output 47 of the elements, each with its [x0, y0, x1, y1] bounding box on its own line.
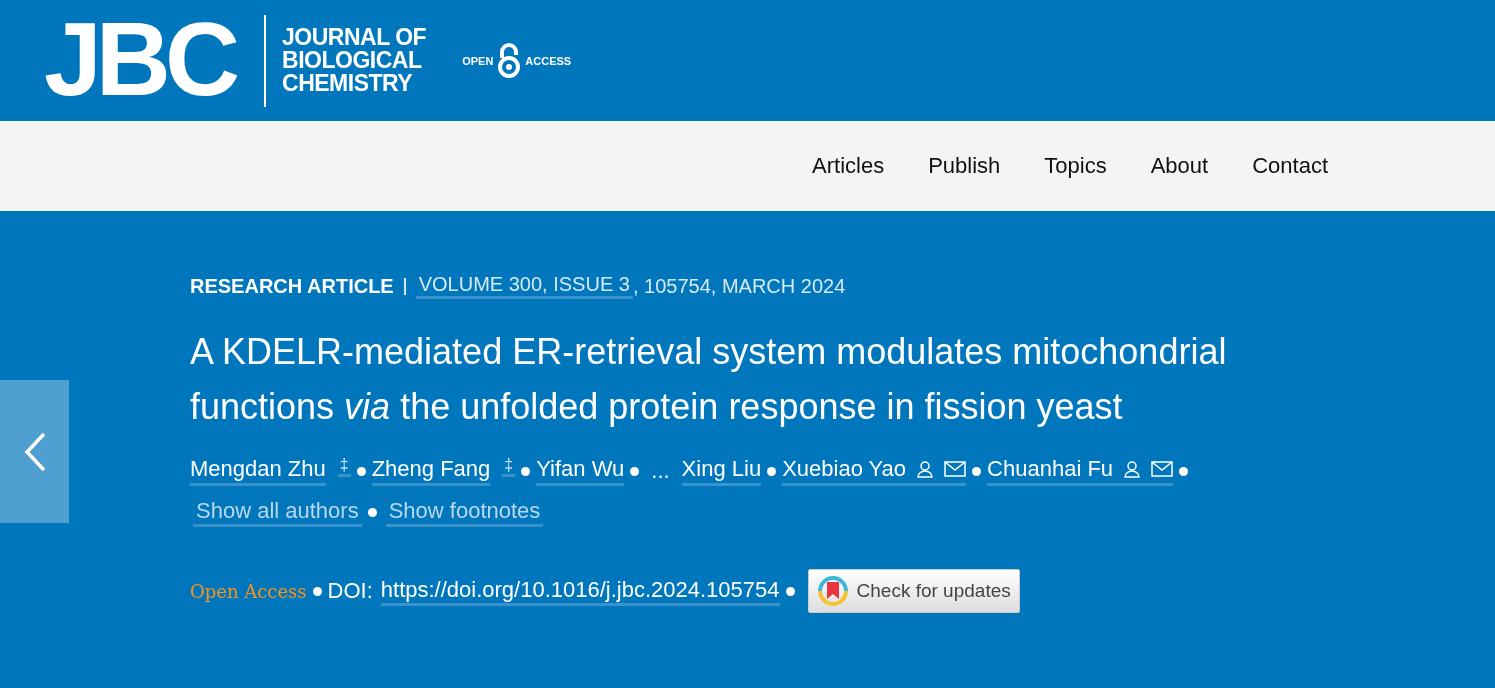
separator-dot [312, 586, 322, 596]
previous-article-tab[interactable] [0, 380, 69, 523]
article-title: A KDELR-mediated ER-retrieval system modulates mitochondrial functions via the unfolded protein response in fission yeast [190, 330, 1228, 429]
open-access-lock-icon [496, 43, 523, 78]
separator-dot [767, 466, 777, 476]
author-link[interactable]: Xuebiao Yao [782, 456, 967, 486]
author-link[interactable]: Chuanhai Fu [987, 456, 1174, 486]
separator-dot [630, 466, 640, 476]
footnote-mark[interactable]: ‡ [502, 456, 516, 477]
journal-name-line: CHEMISTRY [282, 72, 414, 95]
footnote-mark[interactable]: ‡ [337, 456, 351, 477]
author-link[interactable]: Mengdan Zhu [190, 456, 326, 486]
separator-dot [972, 466, 982, 476]
author-link[interactable]: Zheng Fang [371, 456, 491, 486]
author-link[interactable]: Yifan Wu [536, 456, 625, 486]
separator-dot [367, 508, 377, 517]
issue-info: , 105754, MARCH 2024 [632, 274, 846, 298]
nav-link[interactable]: About [1128, 153, 1231, 179]
doi-label: DOI: [327, 578, 373, 604]
access-label: ACCESS [525, 54, 572, 67]
person-icon [1123, 460, 1142, 478]
separator-dot [1179, 466, 1189, 476]
nav-link[interactable]: Topics [1022, 153, 1129, 179]
email-icon [944, 461, 967, 477]
issue-link[interactable]: VOLUME 300, ISSUE 3 [415, 273, 633, 299]
email-icon [1151, 461, 1174, 477]
open-access-label: Open Access [190, 580, 307, 602]
nav-link[interactable]: Articles [790, 153, 907, 179]
separator-dot [785, 586, 795, 596]
toggle-link[interactable]: Show all authors [193, 498, 362, 527]
chevron-left-icon [22, 430, 47, 473]
article-type: RESEARCH ARTICLE [190, 274, 394, 298]
separator-dot [521, 466, 531, 476]
separator-dot [356, 466, 366, 476]
doi-link[interactable]: https://doi.org/10.1016/j.jbc.2024.105754 [380, 576, 780, 606]
journal-logo[interactable]: JBC [44, 8, 243, 109]
authors-ellipsis: ... [651, 458, 670, 484]
journal-name-line: JOURNAL OF [282, 26, 427, 49]
nav-link[interactable]: Publish [906, 153, 1023, 179]
bookmark-badge-icon [816, 575, 849, 607]
open-label: OPEN [462, 54, 494, 67]
check-for-updates-button[interactable]: Check for updates [807, 569, 1020, 613]
toggle-link[interactable]: Show footnotes [385, 498, 544, 527]
journal-name-line: BIOLOGICAL [282, 49, 423, 72]
person-icon [916, 460, 935, 478]
nav-link[interactable]: Contact [1230, 153, 1350, 179]
author-link[interactable]: Xing Liu [681, 456, 762, 486]
